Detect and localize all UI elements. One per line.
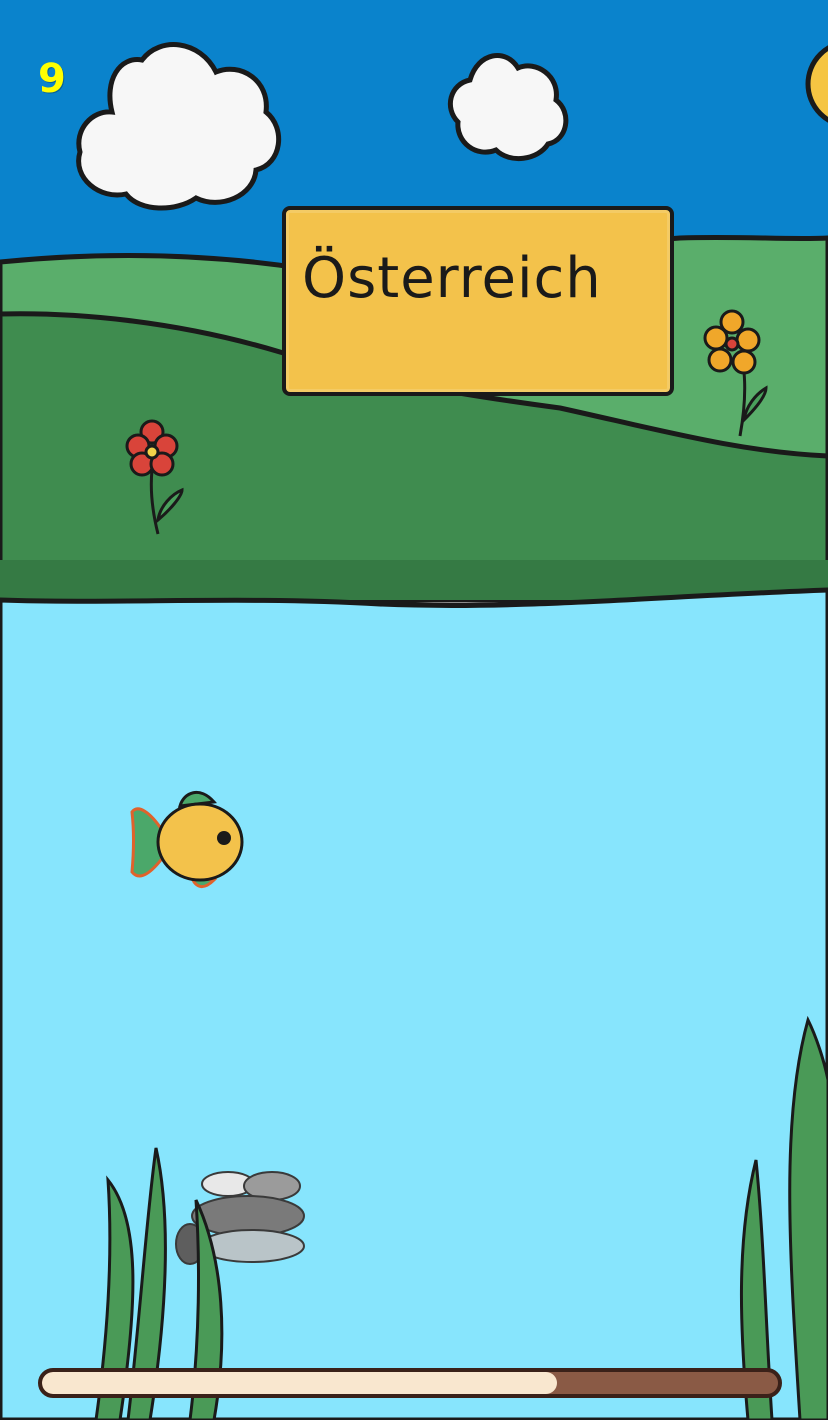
- sign-word: Österreich: [302, 246, 602, 311]
- game-stage[interactable]: 9 Österreich: [0, 0, 828, 1420]
- word-sign: Österreich: [282, 206, 674, 396]
- progress-bar-fill: [42, 1372, 558, 1394]
- score-counter: 9: [38, 56, 67, 102]
- progress-bar: [38, 1368, 782, 1398]
